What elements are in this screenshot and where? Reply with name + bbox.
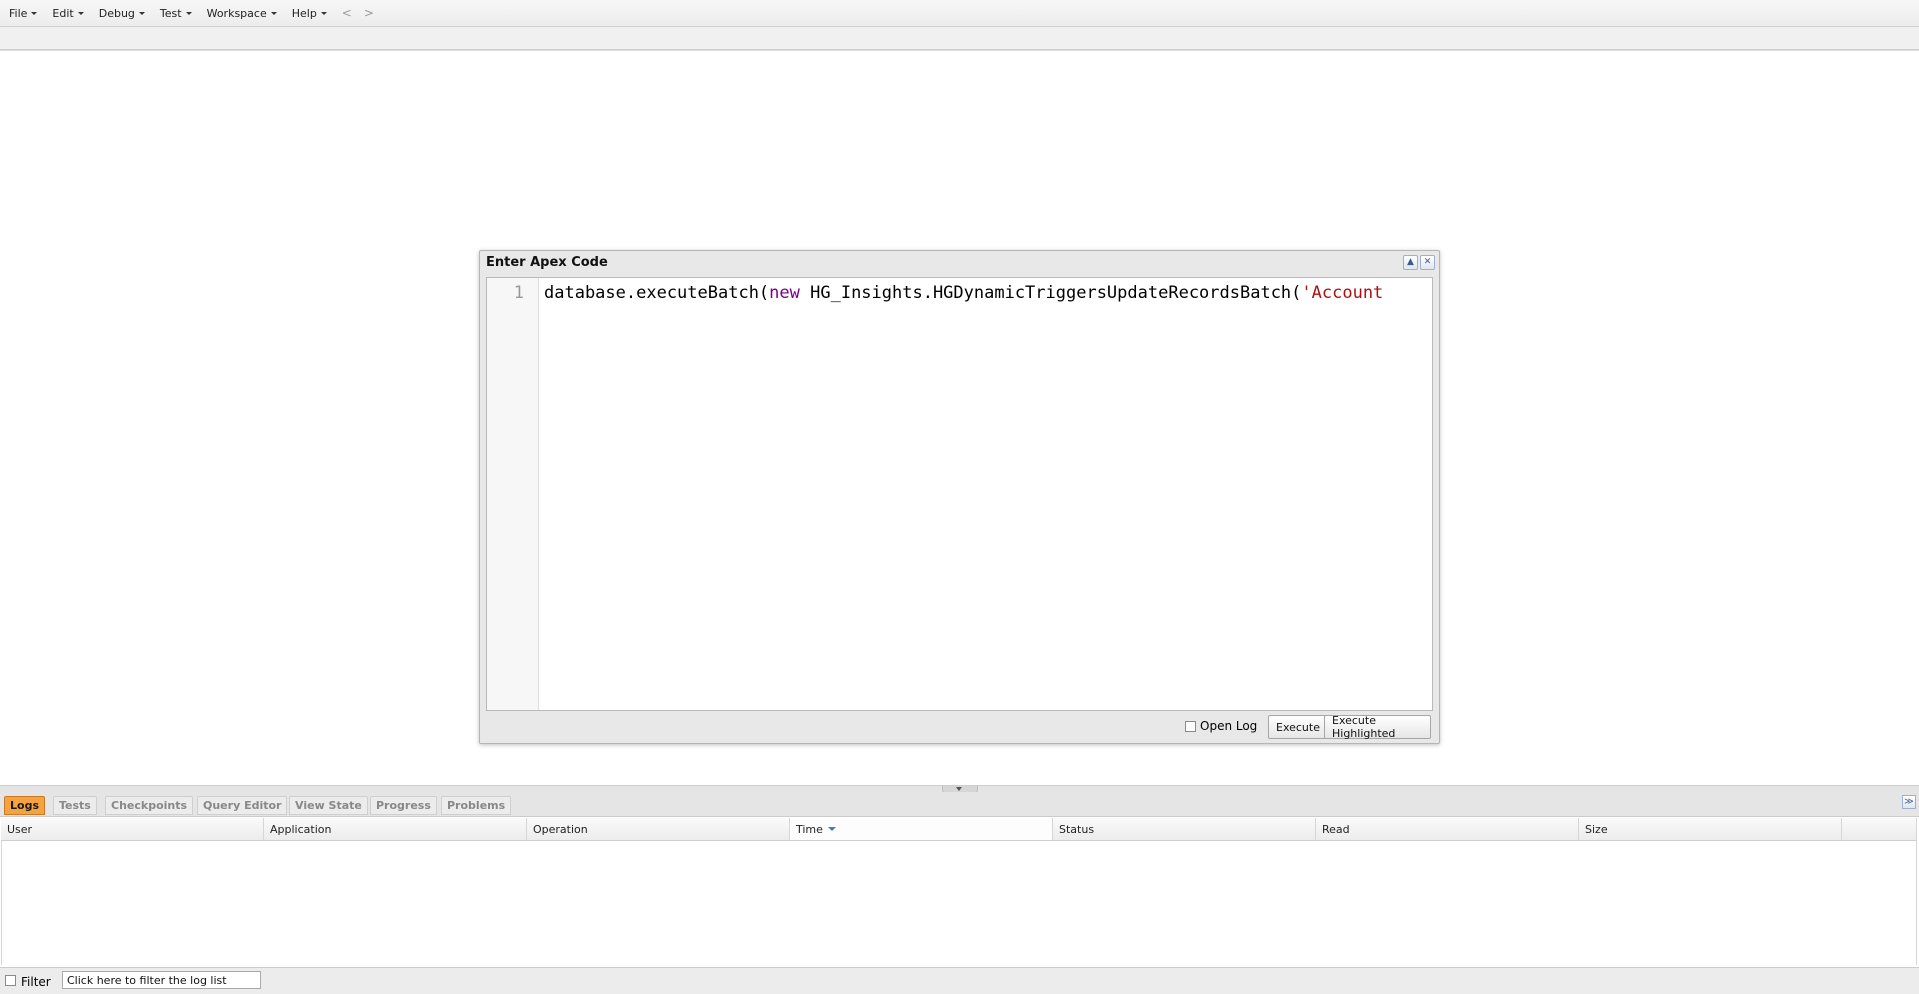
- chevron-down-icon: [270, 11, 277, 15]
- collapse-panel-icon[interactable]: ≫: [1902, 795, 1916, 809]
- logs-table-body[interactable]: [1, 841, 1917, 965]
- menu-edit[interactable]: Edit: [46, 3, 89, 23]
- chevron-down-icon: [77, 11, 84, 15]
- back-button[interactable]: <: [333, 6, 361, 20]
- maximize-icon[interactable]: ▲: [1403, 255, 1418, 270]
- menu-help[interactable]: Help: [286, 3, 333, 23]
- collapse-arrow-icon: [956, 787, 962, 791]
- filter-bar: Filter: [0, 967, 1919, 994]
- open-log-checkbox[interactable]: Open Log: [1185, 719, 1257, 733]
- column-label: Status: [1059, 822, 1095, 836]
- chevron-down-icon: [138, 11, 145, 15]
- menu-file-label: File: [9, 6, 28, 20]
- menu-debug-label: Debug: [98, 6, 135, 20]
- log-filter-input[interactable]: [62, 971, 261, 989]
- column-label: User: [7, 822, 33, 836]
- close-icon[interactable]: ✕: [1420, 255, 1435, 270]
- column-user[interactable]: User: [1, 818, 264, 840]
- logs-table-header: User Application Operation Time Status R…: [1, 818, 1917, 841]
- column-label: Size: [1585, 822, 1608, 836]
- open-log-label: Open Log: [1200, 719, 1258, 733]
- sort-descending-icon: [827, 827, 836, 831]
- chevron-down-icon: [185, 11, 192, 15]
- dialog-header[interactable]: Enter Apex Code ▲ ✕: [480, 251, 1439, 273]
- menu-debug[interactable]: Debug: [93, 3, 151, 23]
- tab-view-state[interactable]: View State: [289, 796, 368, 815]
- code-line[interactable]: database.executeBatch(new HG_Insights.HG…: [544, 283, 1383, 303]
- column-label: Time: [796, 822, 823, 836]
- column-label: Application: [270, 822, 332, 836]
- dialog-footer: Open Log Execute Execute Highlighted: [486, 713, 1431, 740]
- chevron-down-icon: [31, 11, 38, 15]
- column-read[interactable]: Read: [1316, 818, 1579, 840]
- chevron-down-icon: [320, 11, 327, 15]
- execute-highlighted-button[interactable]: Execute Highlighted: [1324, 714, 1431, 740]
- line-number: 1: [513, 283, 524, 303]
- dialog-title: Enter Apex Code: [486, 255, 608, 270]
- menu-help-label: Help: [291, 6, 317, 20]
- line-gutter: 1: [487, 278, 539, 710]
- tab-checkpoints[interactable]: Checkpoints: [105, 796, 194, 815]
- column-operation[interactable]: Operation: [527, 818, 790, 840]
- filter-label: Filter: [21, 975, 51, 989]
- column-time[interactable]: Time: [790, 818, 1053, 840]
- menu-test[interactable]: Test: [154, 3, 198, 23]
- execute-button[interactable]: Execute: [1268, 715, 1328, 739]
- menu-bar: File Edit Debug Test Workspace Help < >: [0, 0, 1919, 27]
- toolbar-divider: [0, 50, 1919, 51]
- code-text: HG_Insights.HGDynamicTriggersUpdateRecor…: [799, 283, 1302, 303]
- menu-test-label: Test: [159, 6, 182, 20]
- checkbox-icon[interactable]: [1185, 720, 1196, 732]
- column-application[interactable]: Application: [264, 818, 527, 840]
- code-keyword: new: [769, 283, 800, 303]
- column-label: Read: [1322, 822, 1350, 836]
- code-editor[interactable]: 1 database.executeBatch(new HG_Insights.…: [486, 277, 1433, 711]
- tab-progress[interactable]: Progress: [370, 796, 437, 815]
- column-extra: [1842, 818, 1917, 840]
- tab-tests[interactable]: Tests: [53, 796, 97, 815]
- filter-checkbox[interactable]: [5, 975, 16, 986]
- tab-logs[interactable]: Logs: [4, 796, 45, 815]
- column-size[interactable]: Size: [1579, 818, 1842, 840]
- menu-workspace[interactable]: Workspace: [201, 3, 283, 23]
- tab-problems[interactable]: Problems: [441, 796, 512, 815]
- column-status[interactable]: Status: [1053, 818, 1316, 840]
- menu-edit-label: Edit: [52, 6, 74, 20]
- forward-button[interactable]: >: [361, 6, 383, 20]
- code-string: 'Account: [1301, 283, 1384, 303]
- menu-file[interactable]: File: [3, 3, 43, 23]
- code-text: database.executeBatch(: [544, 283, 770, 303]
- toolbar: [0, 27, 1919, 50]
- bottom-tab-bar: Logs Tests Checkpoints Query Editor View…: [0, 792, 1919, 817]
- menu-workspace-label: Workspace: [206, 6, 267, 20]
- column-label: Operation: [533, 822, 588, 836]
- tab-query-editor[interactable]: Query Editor: [197, 796, 288, 815]
- enter-apex-code-dialog: Enter Apex Code ▲ ✕ 1 database.executeBa…: [479, 250, 1440, 744]
